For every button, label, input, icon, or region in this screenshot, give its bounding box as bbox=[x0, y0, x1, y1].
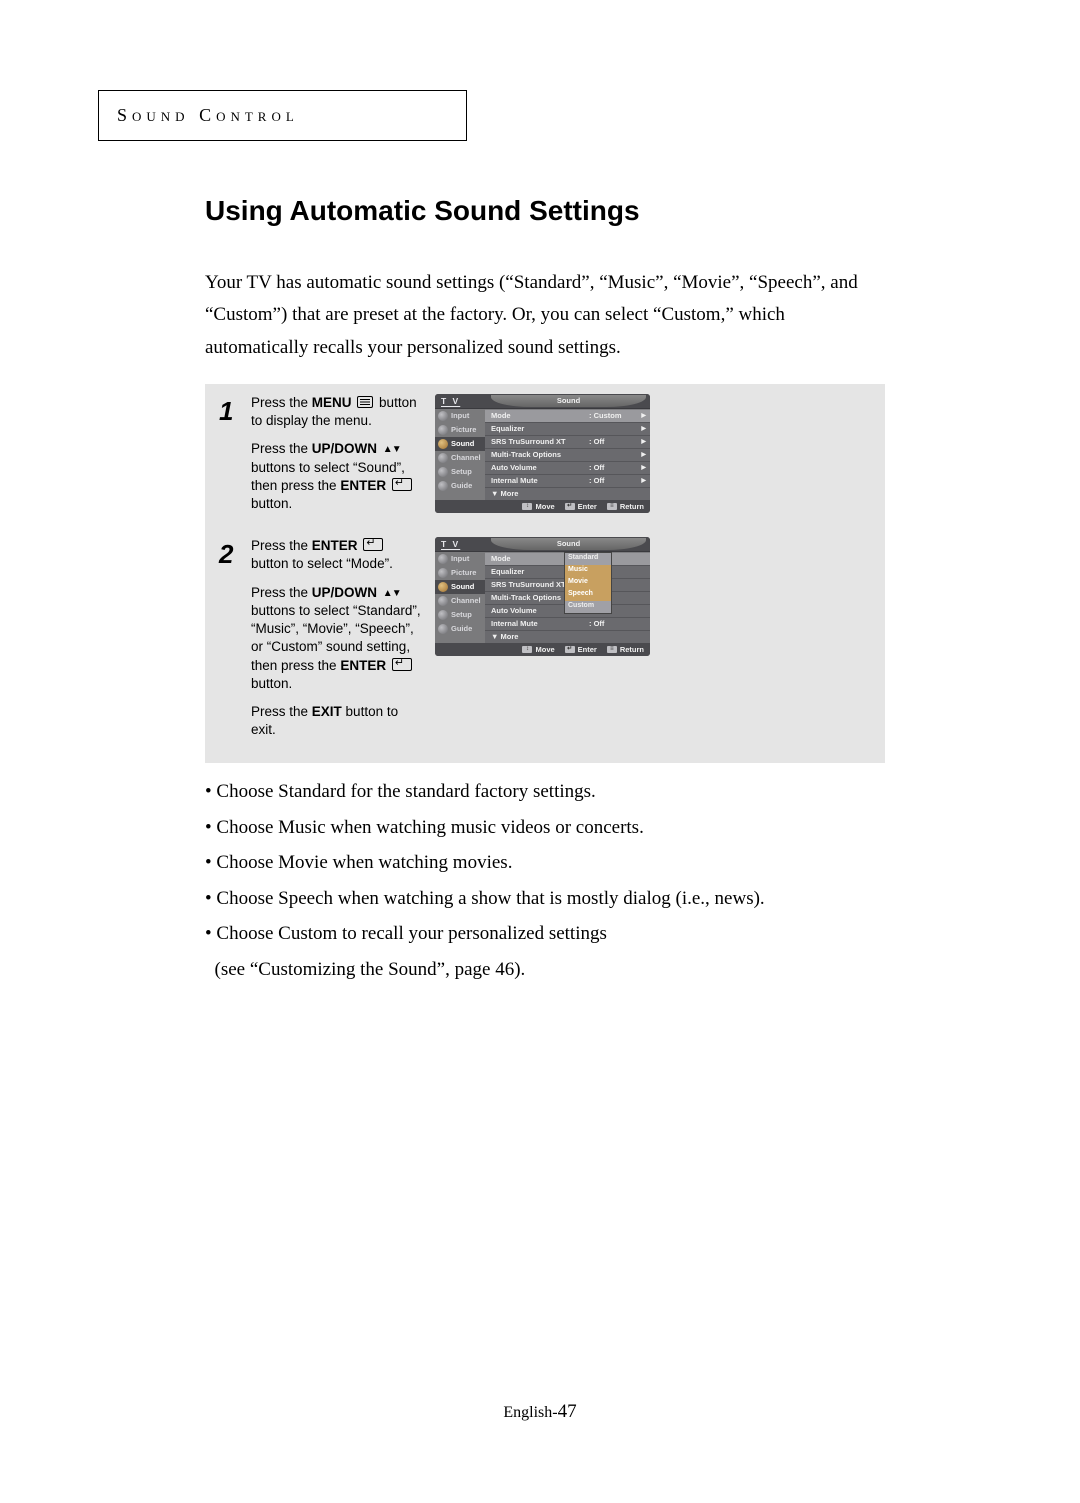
bullet: • Choose Standard for the standard facto… bbox=[205, 777, 885, 806]
osd-sidebar: Input Picture Sound Channel Setup Guide bbox=[435, 409, 485, 500]
osd-tv-label: T V bbox=[435, 397, 491, 406]
step-2: 2 Press the ENTER button to select “Mode… bbox=[219, 537, 871, 749]
section-header-box: Sound Control bbox=[98, 90, 467, 141]
intro-paragraph: Your TV has automatic sound settings (“S… bbox=[205, 267, 885, 364]
mode-popup: Standard Music Movie Speech Custom bbox=[564, 552, 612, 614]
steps-block: 1 Press the MENU button to display the m… bbox=[205, 384, 885, 764]
footer-lang: English- bbox=[503, 1404, 557, 1421]
osd-footer: ↕Move ↵Enter ≡Return bbox=[435, 500, 650, 513]
osd-sidebar: Input Picture Sound Channel Setup Guide bbox=[435, 552, 485, 643]
osd-footer: ↕Move ↵Enter ≡Return bbox=[435, 643, 650, 656]
step-number: 1 bbox=[219, 394, 239, 523]
section-header: Sound Control bbox=[117, 105, 299, 125]
page-footer: English-47 bbox=[0, 1401, 1080, 1423]
osd-list: Mode: Custom▶ Equalizer▶ SRS TruSurround… bbox=[485, 409, 650, 500]
enter-icon bbox=[392, 478, 412, 491]
bullet: • Choose Custom to recall your personali… bbox=[205, 919, 885, 948]
osd-tab: Sound bbox=[491, 538, 646, 550]
step-text: Press the MENU button to display the men… bbox=[251, 394, 423, 523]
footer-page: 47 bbox=[558, 1401, 577, 1422]
content: Using Automatic Sound Settings Your TV h… bbox=[205, 195, 885, 990]
up-down-icon: ▲▼ bbox=[383, 587, 401, 601]
step-1: 1 Press the MENU button to display the m… bbox=[219, 394, 871, 523]
osd-preview-1: T V Sound Input Picture Sound Channel Se… bbox=[435, 394, 871, 523]
enter-icon bbox=[392, 658, 412, 671]
bullet: • Choose Music when watching music video… bbox=[205, 813, 885, 842]
bullet: (see “Customizing the Sound”, page 46). bbox=[205, 955, 885, 984]
page-title: Using Automatic Sound Settings bbox=[205, 195, 885, 227]
osd-tv-label: T V bbox=[435, 540, 491, 549]
step-number: 2 bbox=[219, 537, 239, 749]
bullet-list: • Choose Standard for the standard facto… bbox=[205, 777, 885, 984]
menu-icon bbox=[357, 396, 373, 408]
step-text: Press the ENTER button to select “Mode”.… bbox=[251, 537, 423, 749]
bullet: • Choose Speech when watching a show tha… bbox=[205, 884, 885, 913]
manual-page: Sound Control Using Automatic Sound Sett… bbox=[0, 0, 1080, 1503]
bullet: • Choose Movie when watching movies. bbox=[205, 848, 885, 877]
osd-preview-2: T V Sound Input Picture Sound Channel Se… bbox=[435, 537, 871, 749]
enter-icon bbox=[363, 538, 383, 551]
up-down-icon: ▲▼ bbox=[383, 443, 401, 457]
osd-tab: Sound bbox=[491, 395, 646, 407]
